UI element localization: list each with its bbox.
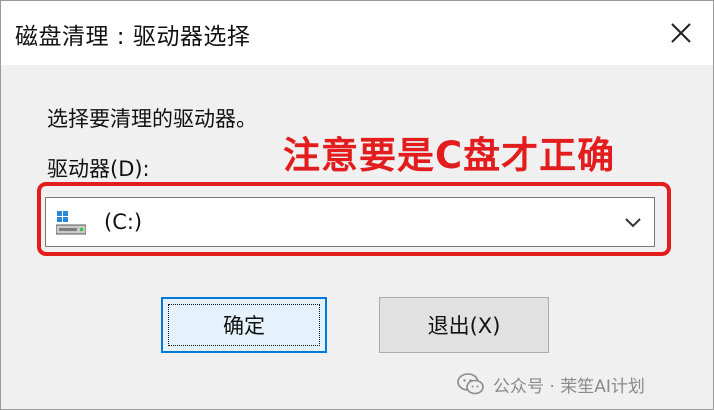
focus-ring xyxy=(168,304,320,346)
annotation-highlight-box xyxy=(37,182,671,256)
wechat-icon xyxy=(457,373,484,395)
watermark-text: 公众号 · 茉笙AI计划 xyxy=(493,376,645,397)
ok-button[interactable]: 确定 xyxy=(161,297,327,353)
close-icon xyxy=(671,23,691,43)
instruction-text: 选择要清理的驱动器。 xyxy=(47,107,257,131)
exit-button-label: 退出(X) xyxy=(427,314,501,338)
watermark: 公众号 · 茉笙AI计划 xyxy=(457,367,645,401)
close-button[interactable] xyxy=(653,7,709,59)
title-bar: 磁盘清理 : 驱动器选择 xyxy=(1,1,713,65)
disk-cleanup-drive-dialog: 磁盘清理 : 驱动器选择 选择要清理的驱动器。 驱动器(D): 注意要是C盘才正… xyxy=(0,0,714,410)
drive-field-label: 驱动器(D): xyxy=(47,157,150,181)
exit-button[interactable]: 退出(X) xyxy=(379,297,549,353)
annotation-note: 注意要是C盘才正确 xyxy=(283,134,616,177)
window-title: 磁盘清理 : 驱动器选择 xyxy=(15,24,251,50)
